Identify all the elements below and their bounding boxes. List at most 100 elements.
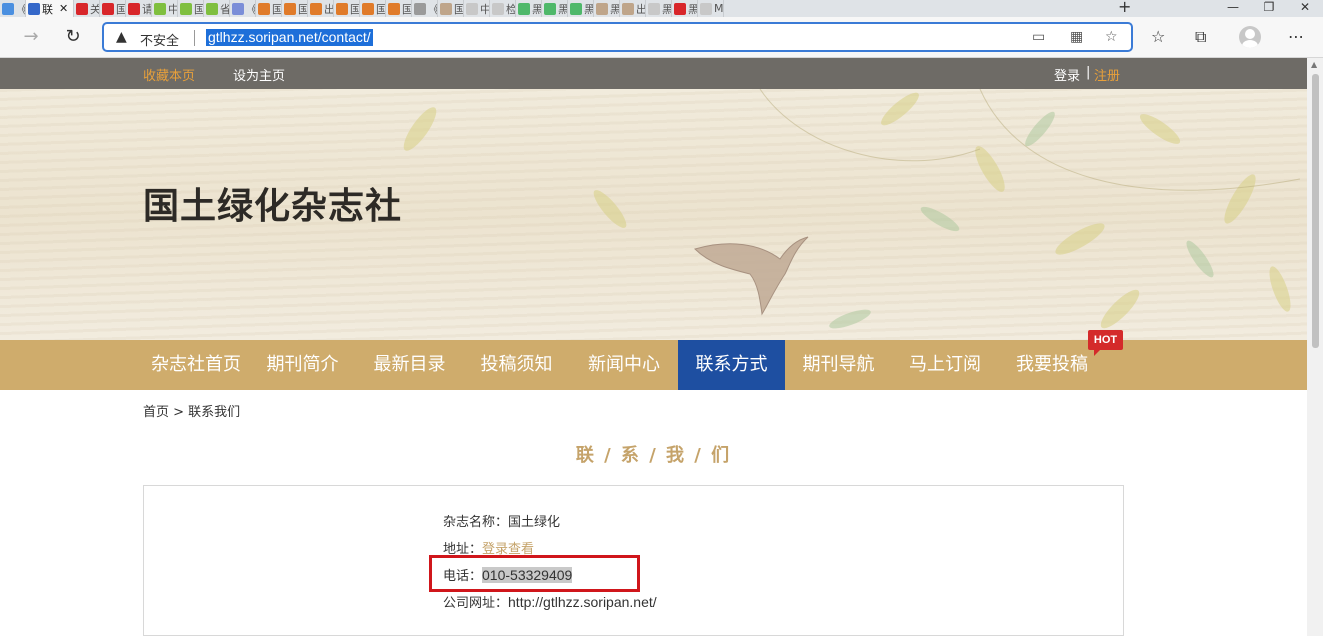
tab-title: 国 bbox=[116, 2, 126, 16]
register-link[interactable]: 注册 bbox=[1094, 65, 1120, 84]
hero-banner: 国土绿化杂志社 bbox=[0, 89, 1307, 340]
browser-tab[interactable]: 《 bbox=[230, 0, 256, 17]
nav-item-latest-contents[interactable]: 最新目录 bbox=[356, 340, 463, 390]
tab-favicon-icon bbox=[518, 2, 530, 15]
browser-tab[interactable]: M bbox=[698, 0, 724, 17]
browser-tab[interactable]: 《 bbox=[0, 0, 26, 17]
tab-favicon-icon bbox=[388, 2, 400, 15]
reload-icon[interactable]: ↻ bbox=[62, 26, 84, 48]
window-close-button[interactable]: ✕ bbox=[1287, 0, 1323, 17]
minimize-button[interactable]: — bbox=[1215, 0, 1251, 17]
url-text[interactable]: gtlhzz.soripan.net/contact/ bbox=[206, 29, 373, 46]
browser-tab[interactable]: 《 bbox=[412, 0, 438, 17]
browser-tab[interactable]: 黑 bbox=[542, 0, 568, 17]
new-tab-button[interactable]: + bbox=[1118, 0, 1131, 15]
browser-tab[interactable]: 国 bbox=[386, 0, 412, 17]
scrollbar-thumb[interactable] bbox=[1312, 74, 1319, 348]
tab-title: M bbox=[714, 2, 724, 15]
nav-item-home[interactable]: 杂志社首页 bbox=[143, 340, 249, 390]
apps-grid-icon[interactable]: ▦ bbox=[1070, 29, 1083, 45]
tab-title: 黑 bbox=[584, 2, 594, 16]
login-link[interactable]: 登录 bbox=[1054, 65, 1080, 84]
close-tab-icon[interactable]: ✕ bbox=[59, 2, 68, 15]
browser-tab[interactable]: 黑 bbox=[594, 0, 620, 17]
browser-tab[interactable]: 关 bbox=[74, 0, 100, 17]
browser-tab[interactable]: 国 bbox=[282, 0, 308, 17]
tab-title: 《 bbox=[16, 2, 26, 16]
browser-tab[interactable]: 省 bbox=[204, 0, 230, 17]
tab-title: 国 bbox=[402, 2, 412, 16]
tab-favicon-icon bbox=[544, 2, 556, 15]
browser-tab[interactable]: 国 bbox=[100, 0, 126, 17]
tab-favicon-icon bbox=[154, 2, 166, 15]
breadcrumb[interactable]: 首页 > 联系我们 bbox=[143, 401, 240, 420]
tab-favicon-icon bbox=[232, 2, 244, 15]
browser-tab[interactable]: 国 bbox=[178, 0, 204, 17]
tab-title: 请 bbox=[142, 2, 152, 16]
tab-favicon-icon bbox=[362, 2, 374, 15]
collections-icon[interactable]: ⧉ bbox=[1195, 27, 1206, 47]
browser-tab[interactable]: 国 bbox=[256, 0, 282, 17]
tab-title: 国 bbox=[454, 2, 464, 16]
page-scrollbar[interactable]: ▲ bbox=[1307, 58, 1323, 636]
tab-title: 省 bbox=[220, 2, 230, 16]
tab-favicon-icon bbox=[570, 2, 582, 15]
tab-title: 中 bbox=[168, 2, 178, 16]
browser-tab[interactable]: 黑 bbox=[646, 0, 672, 17]
tab-favicon-icon bbox=[466, 2, 478, 15]
security-label[interactable]: 不安全 bbox=[140, 30, 179, 49]
tab-favicon-icon bbox=[622, 2, 634, 15]
nav-item-contact[interactable]: 联系方式 bbox=[678, 340, 785, 390]
browser-tab[interactable]: 请 bbox=[126, 0, 152, 17]
favorites-icon[interactable]: ☆ bbox=[1151, 27, 1165, 46]
tab-title: 出 bbox=[324, 2, 334, 16]
nav-item-submission-guide[interactable]: 投稿须知 bbox=[463, 340, 570, 390]
swallow-illustration bbox=[694, 236, 809, 316]
set-home-link[interactable]: 设为主页 bbox=[233, 65, 285, 84]
tab-favicon-icon bbox=[440, 2, 452, 15]
browser-tab[interactable]: 检 bbox=[490, 0, 516, 17]
tab-title: 国 bbox=[194, 2, 204, 16]
nav-item-journal-intro[interactable]: 期刊简介 bbox=[249, 340, 356, 390]
browser-tab[interactable]: 中 bbox=[464, 0, 490, 17]
maximize-button[interactable]: ❐ bbox=[1251, 0, 1287, 17]
tab-title: 黑 bbox=[532, 2, 542, 16]
more-menu-icon[interactable]: ⋯ bbox=[1288, 27, 1304, 46]
site-title: 国土绿化杂志社 bbox=[143, 186, 403, 227]
forward-arrow-icon[interactable]: → bbox=[20, 26, 42, 48]
tab-title: 关 bbox=[90, 2, 100, 16]
read-aloud-icon[interactable]: ▭ bbox=[1032, 29, 1045, 45]
site-top-bar: 收藏本页 设为主页 登录 | 注册 bbox=[0, 58, 1307, 89]
nav-item-news-center[interactable]: 新闻中心 bbox=[570, 340, 678, 390]
browser-tab[interactable]: 国 bbox=[360, 0, 386, 17]
tab-title: 国 bbox=[298, 2, 308, 16]
website-row: 公司网址：http://gtlhzz.soripan.net/ bbox=[443, 592, 657, 611]
nav-item-subscribe[interactable]: 马上订阅 bbox=[892, 340, 998, 390]
nav-item-journal-nav[interactable]: 期刊导航 bbox=[785, 340, 892, 390]
browser-tab[interactable]: 黑 bbox=[516, 0, 542, 17]
add-favorite-star-icon[interactable]: ☆ bbox=[1105, 29, 1118, 45]
topbar-divider: | bbox=[1086, 65, 1091, 80]
web-page: 收藏本页 设为主页 登录 | 注册 国土绿化杂志社 杂志社首页 期刊简介 最新目… bbox=[0, 58, 1307, 636]
browser-tab[interactable]: 国 bbox=[438, 0, 464, 17]
tab-title: 黑 bbox=[688, 2, 698, 16]
browser-tab[interactable]: 出 bbox=[308, 0, 334, 17]
website-value[interactable]: http://gtlhzz.soripan.net/ bbox=[508, 594, 657, 610]
address-bar[interactable]: ▲ 不安全 gtlhzz.soripan.net/contact/ ▭ ▦ ☆ bbox=[102, 22, 1133, 52]
tab-favicon-icon bbox=[414, 2, 426, 15]
tab-favicon-icon bbox=[674, 2, 686, 15]
browser-tab[interactable]: 中 bbox=[152, 0, 178, 17]
browser-tab[interactable]: 黑 bbox=[672, 0, 698, 17]
bookmark-link[interactable]: 收藏本页 bbox=[143, 65, 195, 84]
warning-triangle-icon[interactable]: ▲ bbox=[116, 29, 127, 45]
browser-tab[interactable]: 国 bbox=[334, 0, 360, 17]
scroll-up-arrow-icon[interactable]: ▲ bbox=[1311, 60, 1317, 69]
browser-tab[interactable]: 黑 bbox=[568, 0, 594, 17]
tab-favicon-icon bbox=[284, 2, 296, 15]
tab-favicon-icon bbox=[76, 2, 88, 15]
journal-name-row: 杂志名称：国土绿化 bbox=[443, 511, 560, 530]
profile-avatar[interactable] bbox=[1239, 26, 1261, 48]
tab-title: 黑 bbox=[558, 2, 568, 16]
browser-tab[interactable]: 联 ✕ bbox=[26, 0, 74, 17]
browser-tab[interactable]: 出 bbox=[620, 0, 646, 17]
